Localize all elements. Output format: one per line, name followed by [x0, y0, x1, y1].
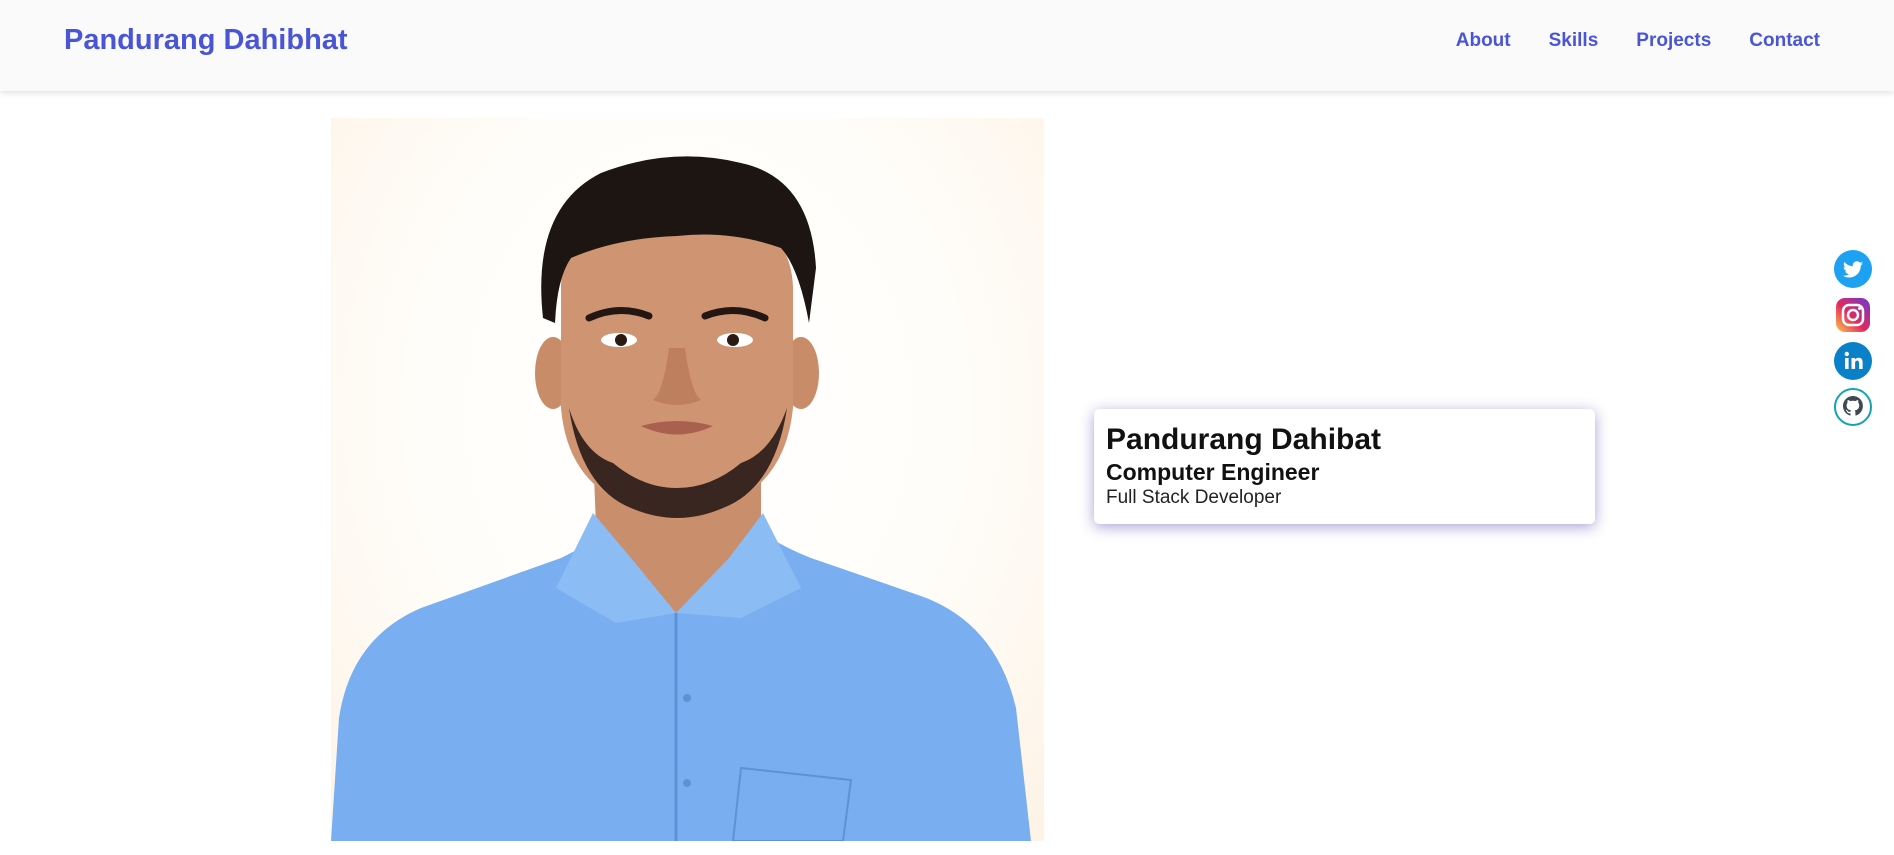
social-links — [1834, 250, 1872, 426]
instagram-icon[interactable] — [1834, 296, 1872, 334]
nav-projects[interactable]: Projects — [1636, 30, 1711, 52]
nav-about[interactable]: About — [1456, 30, 1511, 52]
twitter-icon[interactable] — [1834, 250, 1872, 288]
hero-subtitle: Full Stack Developer — [1106, 487, 1282, 508]
brand-logo-link[interactable]: Pandurang Dahibhat — [64, 24, 348, 57]
hero-name: Pandurang Dahibat — [1106, 423, 1382, 456]
nav-contact[interactable]: Contact — [1749, 30, 1820, 52]
github-icon[interactable] — [1834, 388, 1872, 426]
linkedin-icon[interactable] — [1834, 342, 1872, 380]
intro-card: Pandurang Dahibat Computer Engineer Full… — [1094, 409, 1595, 524]
site-header: Pandurang Dahibhat About Skills Projects… — [0, 0, 1894, 91]
hero-role: Computer Engineer — [1106, 459, 1320, 485]
nav-skills[interactable]: Skills — [1549, 30, 1599, 52]
profile-photo — [331, 118, 1044, 841]
main-nav: About Skills Projects Contact — [1456, 30, 1820, 52]
